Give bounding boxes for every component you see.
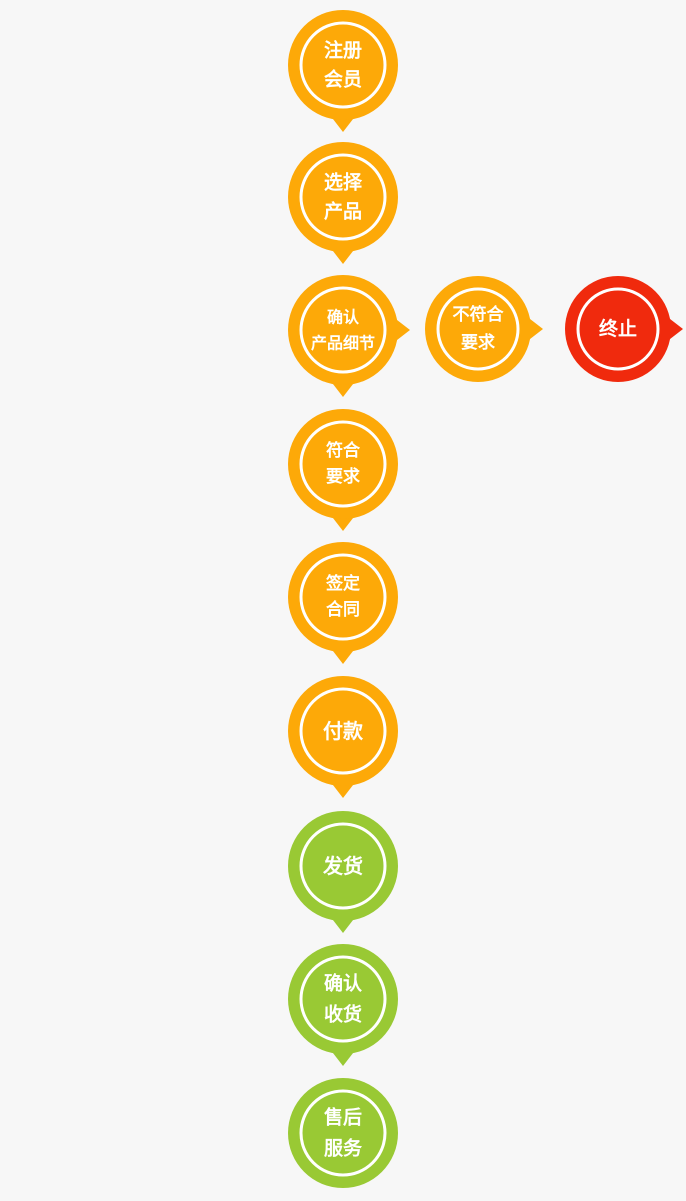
- step-disk: [288, 10, 398, 120]
- step-disk: [288, 1078, 398, 1188]
- step-not-meet-req: 不符合要求: [425, 276, 543, 382]
- step-shipping: 发货: [288, 811, 398, 933]
- step-label: 签定: [325, 573, 360, 594]
- step-label: 发货: [322, 854, 363, 878]
- step-label: 要求: [326, 466, 360, 487]
- step-label: 不符合: [453, 304, 505, 325]
- step-confirm-details: 确认产品细节: [288, 275, 410, 397]
- step-disk: [288, 542, 398, 652]
- step-select-product: 选择产品: [288, 142, 398, 264]
- step-meets-req: 符合要求: [288, 409, 398, 531]
- step-disk: [288, 142, 398, 252]
- step-label: 服务: [324, 1137, 363, 1160]
- step-sign-contract: 签定合同: [288, 542, 398, 664]
- step-label: 产品细节: [311, 334, 375, 353]
- step-label: 确认: [324, 972, 362, 995]
- step-label: 选择: [324, 172, 363, 194]
- step-register: 注册会员: [288, 10, 398, 132]
- step-terminate: 终止: [565, 276, 683, 382]
- step-label: 合同: [326, 599, 360, 620]
- step-label: 收货: [324, 1003, 362, 1026]
- step-disk: [288, 275, 398, 385]
- step-label: 注册: [324, 39, 362, 62]
- step-label: 付款: [323, 719, 364, 743]
- step-label: 符合: [326, 440, 361, 461]
- step-label: 终止: [599, 317, 637, 340]
- step-label: 产品: [324, 200, 362, 223]
- step-label: 售后: [323, 1106, 362, 1129]
- step-after-sales: 售后服务: [288, 1078, 398, 1188]
- step-label: 会员: [324, 68, 362, 91]
- flow-diagram: 注册会员选择产品确认产品细节符合要求签定合同付款发货确认收货售后服务不符合要求终…: [288, 10, 683, 1188]
- step-label: 要求: [461, 332, 495, 353]
- step-disk: [288, 944, 398, 1054]
- step-confirm-receipt: 确认收货: [288, 944, 398, 1066]
- step-label: 确认: [327, 308, 360, 327]
- step-disk: [288, 409, 398, 519]
- step-disk: [425, 276, 531, 382]
- step-payment: 付款: [288, 676, 398, 798]
